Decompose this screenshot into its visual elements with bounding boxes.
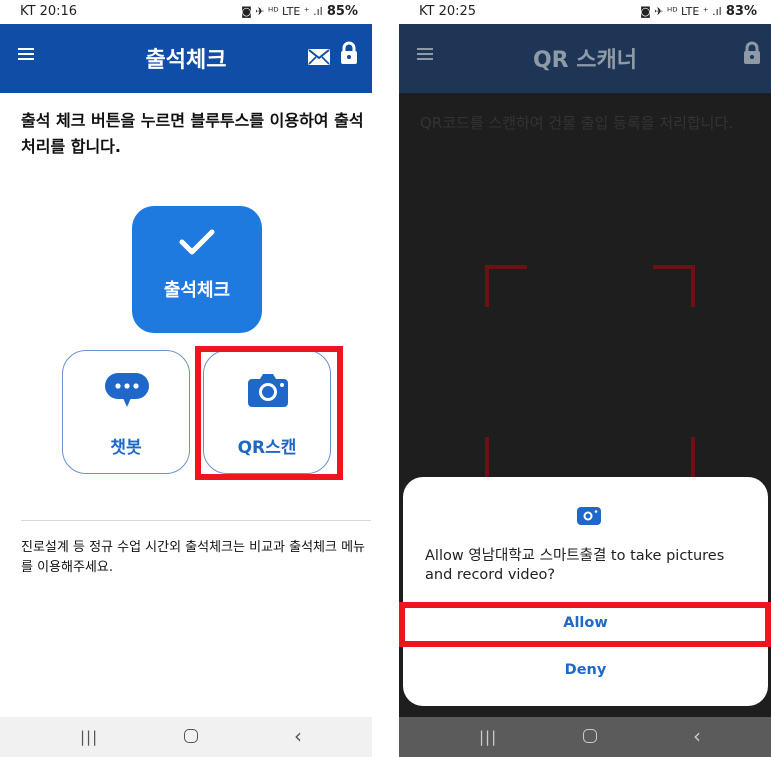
scanner-instruction-text: QR코드를 스캔하여 건물 출입 등록을 처리합니다.	[420, 114, 734, 132]
back-button[interactable]: ‹	[294, 724, 302, 748]
chat-bubble-icon	[105, 373, 149, 407]
scanner-corner-bottom-right	[691, 437, 695, 479]
scanner-corner-bottom-left	[485, 437, 489, 479]
status-time: KT 20:16	[20, 4, 78, 19]
back-button[interactable]: ‹	[693, 724, 701, 748]
mail-icon[interactable]	[308, 49, 330, 65]
status-bar: KT 20:16 ◙ ✈ ᴴᴰ LTE ⁺ .ıl 85%	[0, 0, 372, 24]
chatbot-button[interactable]: 챗봇	[62, 350, 190, 474]
battery-level: 83%	[725, 4, 757, 19]
status-time: KT 20:25	[419, 4, 477, 19]
permission-message: Allow 영남대학교 스마트출결 to take pictures and r…	[425, 548, 725, 583]
status-indicators: ◙ ✈ ᴴᴰ LTE ⁺ .ıl 85%	[241, 4, 358, 19]
notice-text: 진로설계 등 정규 수업 시간외 출석체크는 비교과 출석체크 메뉴를 이용해주…	[21, 540, 366, 575]
signal-indicators: ◙ ✈ ᴴᴰ LTE ⁺ .ıl	[640, 5, 722, 18]
scanner-corner-top-left	[485, 265, 489, 307]
chatbot-label: 챗봇	[110, 438, 142, 458]
navigation-bar: ||| ‹	[0, 717, 372, 757]
scanner-corner-top-right	[653, 265, 695, 269]
camera-icon	[577, 507, 601, 525]
check-icon	[179, 229, 215, 255]
app-bar: 출석체크	[0, 24, 372, 93]
scanner-corner-top-right	[691, 265, 695, 307]
highlight-box-allow	[399, 602, 771, 647]
scanner-corner-top-left	[485, 265, 527, 269]
status-indicators: ◙ ✈ ᴴᴰ LTE ⁺ .ıl 83%	[640, 4, 757, 19]
home-button[interactable]	[184, 729, 198, 743]
lock-icon[interactable]	[743, 41, 761, 65]
highlight-box-qr-scan	[195, 346, 343, 480]
lock-icon[interactable]	[340, 41, 358, 65]
battery-level: 85%	[326, 4, 358, 19]
attendance-check-button[interactable]: 출석체크	[132, 206, 262, 333]
app-bar: QR 스캐너	[399, 24, 771, 93]
navigation-bar: ||| ‹	[399, 717, 771, 757]
camera-permission-dialog: Allow 영남대학교 스마트출결 to take pictures and r…	[403, 477, 768, 706]
home-button[interactable]	[583, 729, 597, 743]
page-title: QR 스캐너	[532, 48, 638, 73]
intro-text: 출석 체크 버튼을 누르면 블루투스를 이용하여 출석처리를 합니다.	[21, 111, 364, 156]
recent-apps-button[interactable]: |||	[80, 728, 98, 746]
status-bar: KT 20:25 ◙ ✈ ᴴᴰ LTE ⁺ .ıl 83%	[399, 0, 771, 24]
deny-button[interactable]: Deny	[403, 662, 768, 678]
recent-apps-button[interactable]: |||	[479, 728, 497, 746]
signal-indicators: ◙ ✈ ᴴᴰ LTE ⁺ .ıl	[241, 5, 323, 18]
divider	[21, 520, 371, 521]
attendance-check-label: 출석체크	[163, 280, 231, 301]
